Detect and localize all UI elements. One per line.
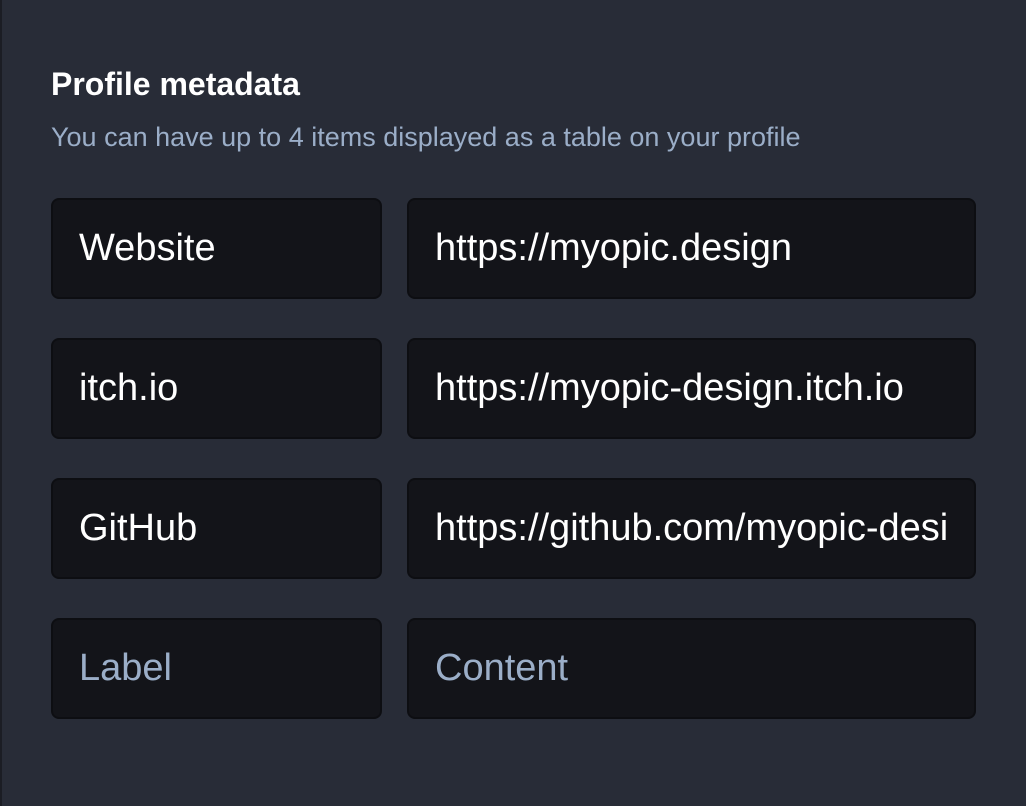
metadata-fields	[51, 198, 976, 719]
metadata-content-input-3[interactable]	[407, 478, 976, 579]
metadata-label-input-1[interactable]	[51, 198, 382, 299]
metadata-row-2	[51, 338, 976, 439]
section-title: Profile metadata	[51, 66, 300, 102]
metadata-content-input-1[interactable]	[407, 198, 976, 299]
metadata-row-3	[51, 478, 976, 579]
metadata-label-input-4[interactable]	[51, 618, 382, 719]
metadata-label-input-3[interactable]	[51, 478, 382, 579]
metadata-row-1	[51, 198, 976, 299]
metadata-row-4	[51, 618, 976, 719]
metadata-label-input-2[interactable]	[51, 338, 382, 439]
profile-metadata-panel: Profile metadata You can have up to 4 it…	[2, 0, 1026, 806]
metadata-content-input-2[interactable]	[407, 338, 976, 439]
metadata-content-input-4[interactable]	[407, 618, 976, 719]
section-hint: You can have up to 4 items displayed as …	[51, 122, 801, 152]
